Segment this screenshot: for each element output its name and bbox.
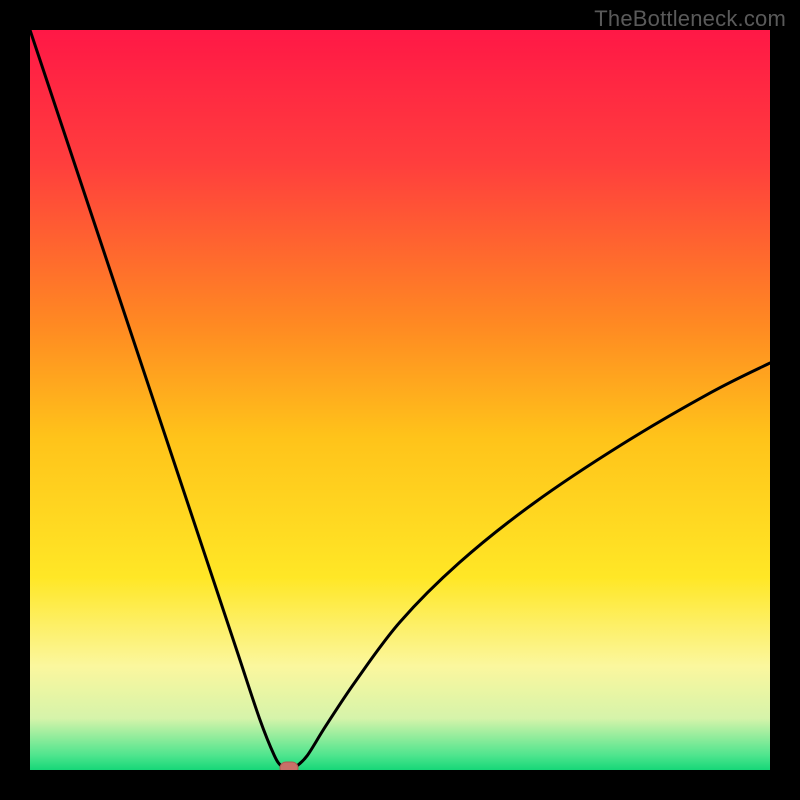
gradient-background	[30, 30, 770, 770]
chart-frame: TheBottleneck.com	[0, 0, 800, 800]
watermark-text: TheBottleneck.com	[594, 6, 786, 32]
chart-svg	[30, 30, 770, 770]
minimum-marker	[280, 762, 298, 770]
plot-area	[30, 30, 770, 770]
